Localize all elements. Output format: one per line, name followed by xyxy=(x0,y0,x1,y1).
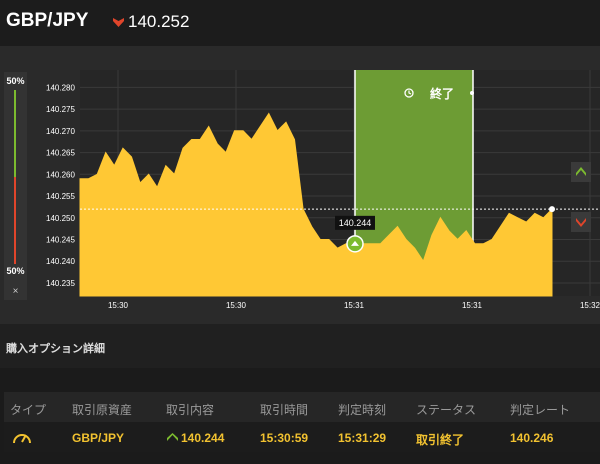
down-ratio-label: 50% xyxy=(6,266,25,276)
up-arrow-icon xyxy=(576,167,586,176)
down-ratio-bar xyxy=(14,177,16,264)
up-ratio-bar xyxy=(14,90,16,177)
low-button[interactable] xyxy=(571,212,591,232)
col-status: ステータス xyxy=(416,403,477,417)
y-tick-label: 140.275 xyxy=(46,105,75,114)
x-tick-label: 15:30 xyxy=(226,301,247,310)
details-section-header: 購入オプション詳細 xyxy=(0,324,600,368)
table-row[interactable]: GBP/JPY 140.244 15:30:59 15:31:29 取引終了 1… xyxy=(4,422,600,452)
current-price-dot xyxy=(549,206,555,213)
col-asset: 取引原資産 xyxy=(72,403,133,417)
price-chart: 終了 140.280 140.275 140.270 140.265 140.260 14… xyxy=(46,70,600,310)
high-button[interactable] xyxy=(571,162,591,182)
y-tick-label: 140.250 xyxy=(46,214,75,223)
y-tick-label: 140.270 xyxy=(46,127,75,136)
x-tick-label: 15:31 xyxy=(344,301,365,310)
y-tick-label: 140.245 xyxy=(46,236,75,245)
x-tick-label: 15:31 xyxy=(462,301,483,310)
col-type: タイプ xyxy=(10,403,47,417)
up-ratio-label: 50% xyxy=(6,76,25,86)
y-tick-label: 140.260 xyxy=(46,170,75,179)
close-icon[interactable]: × xyxy=(4,286,27,297)
y-tick-label: 140.240 xyxy=(46,257,75,266)
x-tick-label: 15:32 xyxy=(580,301,600,310)
details-title: 購入オプション詳細 xyxy=(6,343,105,355)
gauge-icon xyxy=(13,434,31,444)
currency-pair-title: GBP/JPY xyxy=(6,10,89,31)
y-tick-label: 140.255 xyxy=(46,192,75,201)
down-arrow-icon xyxy=(576,218,586,227)
col-trade-time: 取引時間 xyxy=(260,403,309,417)
current-price: 140.252 xyxy=(128,12,190,31)
table-header: タイプ 取引原資産 取引内容 取引時間 判定時刻 ステータス 判定レート xyxy=(4,392,600,422)
y-tick-label: 140.280 xyxy=(46,83,75,92)
cell-judge-time: 15:31:29 xyxy=(338,431,387,445)
cell-content: 140.244 xyxy=(181,431,225,445)
header-bar: GBP/JPY 140.252 xyxy=(0,0,600,46)
buy-ratio-panel: 50% 50% × xyxy=(4,72,27,300)
window-end-marker xyxy=(470,91,474,95)
col-rate: 判定レート xyxy=(510,403,571,417)
y-tick-label: 140.265 xyxy=(46,149,75,158)
cell-asset: GBP/JPY xyxy=(72,431,125,445)
details-table: タイプ 取引原資産 取引内容 取引時間 判定時刻 ステータス 判定レート GBP… xyxy=(4,392,600,452)
entry-price-label: 140.244 xyxy=(339,218,372,228)
col-content: 取引内容 xyxy=(166,403,215,417)
y-tick-label: 140.235 xyxy=(46,279,75,288)
cell-status: 取引終了 xyxy=(416,433,465,447)
price-down-icon xyxy=(113,18,124,27)
up-arrow-icon xyxy=(167,433,178,441)
col-judge-time: 判定時刻 xyxy=(338,403,387,417)
cell-trade-time: 15:30:59 xyxy=(260,431,309,445)
window-label: 終了 xyxy=(430,86,454,101)
cell-rate: 140.246 xyxy=(510,431,554,445)
x-tick-label: 15:30 xyxy=(108,301,129,310)
